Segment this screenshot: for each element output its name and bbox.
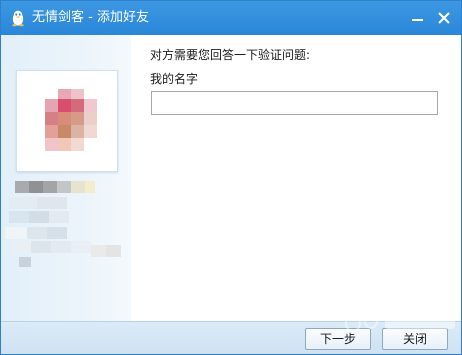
verification-panel: 对方需要您回答一下验证问题: 我的名字 <box>131 35 461 321</box>
add-friend-dialog: 无情剑客 - 添加好友 对方需要您回答一下验证问题: 我的名字 下一步 关闭 <box>0 0 462 355</box>
verification-prompt: 对方需要您回答一下验证问题: <box>150 48 311 62</box>
answer-input[interactable] <box>151 91 438 115</box>
penguin-icon <box>12 10 24 27</box>
footer-bar: 下一步 关闭 <box>1 321 461 354</box>
close-icon <box>438 12 450 24</box>
profile-info-blurred <box>5 181 121 267</box>
next-button[interactable]: 下一步 <box>305 328 371 350</box>
avatar-frame <box>16 70 118 172</box>
minimize-button[interactable] <box>405 6 429 30</box>
profile-panel <box>1 35 131 321</box>
avatar <box>45 89 97 151</box>
title-bar: 无情剑客 - 添加好友 <box>1 1 461 35</box>
minimize-icon <box>412 19 423 21</box>
verification-question: 我的名字 <box>150 72 199 86</box>
window-title: 无情剑客 - 添加好友 <box>32 10 149 25</box>
close-window-button[interactable] <box>432 6 456 30</box>
close-button[interactable]: 关闭 <box>382 328 448 350</box>
